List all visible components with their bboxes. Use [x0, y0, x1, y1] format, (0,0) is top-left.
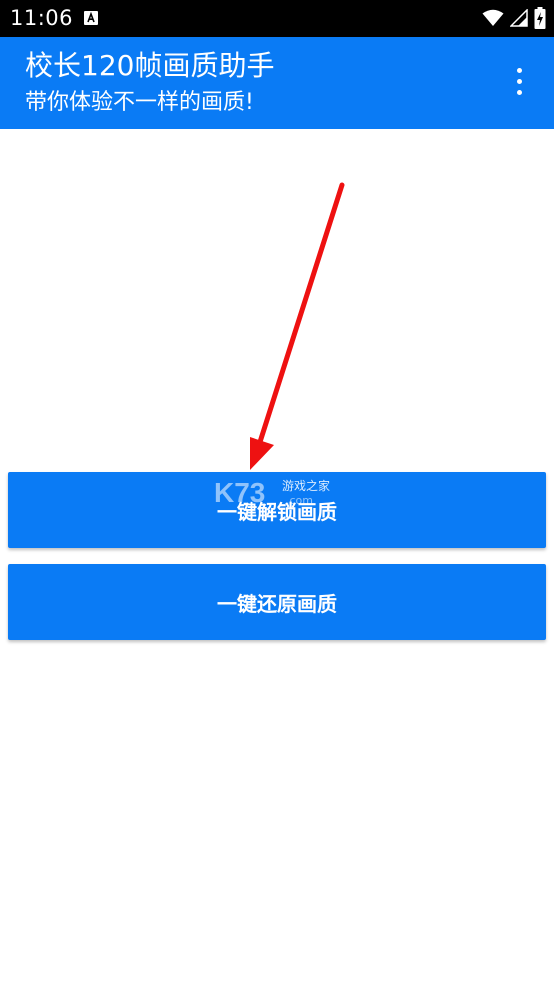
app-bar: 校长120帧画质助手 带你体验不一样的画质!	[0, 37, 554, 129]
app-subtitle: 带你体验不一样的画质!	[25, 90, 254, 115]
status-bar: 11:06	[0, 0, 554, 37]
restore-quality-label: 一键还原画质	[217, 591, 337, 616]
more-vert-icon[interactable]	[506, 66, 534, 98]
wifi-icon	[482, 9, 504, 26]
battery-charging-icon	[534, 7, 546, 29]
unlock-quality-label: 一键解锁画质	[217, 499, 337, 524]
signal-icon	[510, 9, 528, 27]
restore-quality-button[interactable]: 一键还原画质	[8, 564, 546, 640]
status-time: 11:06	[10, 6, 74, 30]
app-title: 校长120帧画质助手	[25, 49, 275, 82]
status-icons	[482, 7, 546, 29]
a-text-notification-icon	[84, 11, 98, 25]
unlock-quality-button[interactable]: 一键解锁画质	[8, 472, 546, 548]
